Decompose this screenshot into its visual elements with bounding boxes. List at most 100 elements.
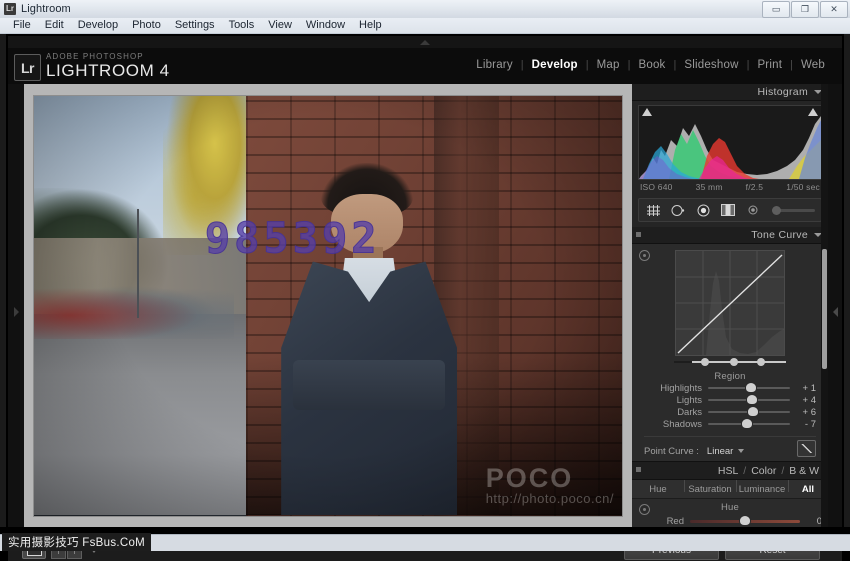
app-icon: Lr bbox=[4, 3, 16, 15]
histogram-svg bbox=[639, 106, 821, 179]
slider-knob[interactable] bbox=[748, 407, 758, 416]
module-map[interactable]: Map bbox=[590, 59, 627, 71]
histogram-aperture: f/2.5 bbox=[746, 182, 764, 192]
tone-curve-panel-header[interactable]: Tone Curve bbox=[632, 227, 828, 244]
slider-value: - 7 bbox=[790, 419, 816, 430]
watermark-number: 985392 bbox=[205, 214, 381, 263]
slider-value: + 4 bbox=[790, 395, 816, 406]
shadow-clipping-indicator[interactable] bbox=[642, 108, 652, 116]
module-library[interactable]: Library bbox=[469, 59, 520, 71]
hsl-tab-saturation[interactable]: Saturation bbox=[684, 484, 736, 495]
develop-tool-strip bbox=[638, 198, 822, 222]
minimize-icon: ▭ bbox=[772, 4, 781, 15]
edit-point-curve-button[interactable] bbox=[797, 440, 816, 457]
panel-switch-icon[interactable] bbox=[636, 467, 641, 472]
slider-track[interactable] bbox=[708, 387, 790, 389]
red-eye-icon[interactable] bbox=[695, 203, 711, 217]
hsl-segment-bw[interactable]: B & W bbox=[786, 465, 822, 477]
histogram-chart[interactable] bbox=[638, 105, 822, 180]
content-area: 985392 POCO http://photo.poco.cn/ Histog… bbox=[8, 84, 842, 539]
identity-plate[interactable]: ADOBE PHOTOSHOP LIGHTROOM 4 bbox=[46, 52, 170, 81]
slider-lights[interactable]: Lights + 4 bbox=[644, 394, 816, 406]
right-panel-scrollbar[interactable] bbox=[821, 84, 828, 539]
right-panel-collapse-toggle[interactable] bbox=[828, 84, 842, 539]
scrollbar-thumb[interactable] bbox=[822, 249, 827, 369]
top-panel-collapse-toggle[interactable] bbox=[8, 36, 842, 48]
module-book[interactable]: Book bbox=[631, 59, 672, 71]
brush-size-slider[interactable] bbox=[772, 209, 815, 212]
module-develop[interactable]: Develop bbox=[525, 59, 585, 71]
menu-settings[interactable]: Settings bbox=[168, 18, 222, 33]
slider-knob[interactable] bbox=[747, 395, 757, 404]
left-panel-collapse-toggle[interactable] bbox=[8, 84, 24, 539]
module-slideshow[interactable]: Slideshow bbox=[677, 59, 745, 71]
window-titlebar: Lr Lightroom ▭ ❐ ✕ bbox=[0, 0, 850, 19]
histogram-iso: ISO 640 bbox=[640, 182, 673, 192]
watermark-brand: POCO bbox=[486, 465, 614, 491]
menu-photo[interactable]: Photo bbox=[125, 18, 168, 33]
slider-label: Shadows bbox=[644, 419, 708, 430]
hsl-segment-color[interactable]: Color bbox=[748, 465, 779, 477]
hsl-tab-hue[interactable]: Hue bbox=[632, 484, 684, 495]
image-canvas[interactable]: 985392 POCO http://photo.poco.cn/ bbox=[24, 84, 632, 539]
slider-shadows[interactable]: Shadows - 7 bbox=[644, 418, 816, 430]
watermark-url: http://photo.poco.cn/ bbox=[486, 491, 614, 506]
histogram-panel-header[interactable]: Histogram bbox=[632, 84, 828, 101]
photo[interactable]: 985392 POCO http://photo.poco.cn/ bbox=[34, 96, 622, 516]
status-text: 实用摄影技巧 FsBus.CoM bbox=[2, 533, 151, 551]
hsl-segment-hsl[interactable]: HSL bbox=[715, 465, 741, 477]
identity-title: LIGHTROOM 4 bbox=[46, 61, 170, 81]
menu-file[interactable]: File bbox=[6, 18, 38, 33]
split-handle-highlights[interactable] bbox=[757, 358, 765, 366]
minimize-button[interactable]: ▭ bbox=[762, 1, 790, 18]
hsl-tab-luminance[interactable]: Luminance bbox=[736, 484, 788, 495]
tone-curve-graph[interactable] bbox=[675, 250, 785, 356]
menu-window[interactable]: Window bbox=[299, 18, 352, 33]
slider-highlights[interactable]: Highlights + 1 bbox=[644, 382, 816, 394]
module-web[interactable]: Web bbox=[794, 59, 832, 71]
spot-removal-icon[interactable] bbox=[670, 203, 686, 217]
hsl-slider-track[interactable] bbox=[690, 520, 800, 523]
module-print[interactable]: Print bbox=[750, 59, 789, 71]
adjustment-brush-icon[interactable] bbox=[745, 203, 761, 217]
hsl-panel-header[interactable]: HSL / Color / B & W bbox=[632, 461, 828, 480]
menu-edit[interactable]: Edit bbox=[38, 18, 71, 33]
tone-curve-split-controls bbox=[674, 358, 786, 366]
window-controls: ▭ ❐ ✕ bbox=[762, 1, 848, 18]
graduated-filter-icon[interactable] bbox=[720, 203, 736, 217]
split-handle-midtones[interactable] bbox=[730, 358, 738, 366]
point-curve-label: Point Curve : bbox=[644, 446, 699, 457]
slider-track[interactable] bbox=[708, 411, 790, 413]
slider-knob[interactable] bbox=[742, 419, 752, 428]
menu-help[interactable]: Help bbox=[352, 18, 389, 33]
slider-track[interactable] bbox=[708, 399, 790, 401]
slider-value: + 1 bbox=[790, 383, 816, 394]
hsl-slider-knob[interactable] bbox=[740, 516, 750, 525]
menu-tools[interactable]: Tools bbox=[222, 18, 262, 33]
menu-develop[interactable]: Develop bbox=[71, 18, 125, 33]
panel-switch-icon[interactable] bbox=[636, 232, 641, 237]
hsl-section-title: Hue bbox=[632, 502, 828, 513]
slider-track[interactable] bbox=[708, 423, 790, 425]
identity-plate-bar: Lr ADOBE PHOTOSHOP LIGHTROOM 4 Library |… bbox=[8, 48, 842, 84]
crop-overlay-icon[interactable] bbox=[645, 203, 661, 217]
histogram-metadata: ISO 640 35 mm f/2.5 1/50 sec bbox=[638, 180, 822, 192]
close-button[interactable]: ✕ bbox=[820, 1, 848, 18]
split-handle-shadows[interactable] bbox=[701, 358, 709, 366]
hsl-separator: / bbox=[741, 465, 748, 477]
menu-view[interactable]: View bbox=[261, 18, 299, 33]
lightroom-badge-icon: Lr bbox=[14, 54, 41, 81]
histogram-focal-length: 35 mm bbox=[696, 182, 723, 192]
slider-knob[interactable] bbox=[746, 383, 756, 392]
point-curve-row: Point Curve : Linear bbox=[644, 436, 816, 461]
slider-darks[interactable]: Darks + 6 bbox=[644, 406, 816, 418]
targeted-adjustment-tool-icon[interactable] bbox=[639, 250, 650, 261]
tone-curve-panel: Region Highlights + 1 Lights + 4 Darks bbox=[632, 244, 828, 461]
highlight-clipping-indicator[interactable] bbox=[808, 108, 818, 116]
chevron-down-icon[interactable] bbox=[738, 449, 744, 453]
targeted-adjustment-tool-icon[interactable] bbox=[639, 504, 650, 515]
brush-size-knob[interactable] bbox=[772, 206, 781, 215]
identity-subtitle: ADOBE PHOTOSHOP bbox=[46, 52, 170, 61]
point-curve-value[interactable]: Linear bbox=[707, 446, 733, 457]
maximize-button[interactable]: ❐ bbox=[791, 1, 819, 18]
